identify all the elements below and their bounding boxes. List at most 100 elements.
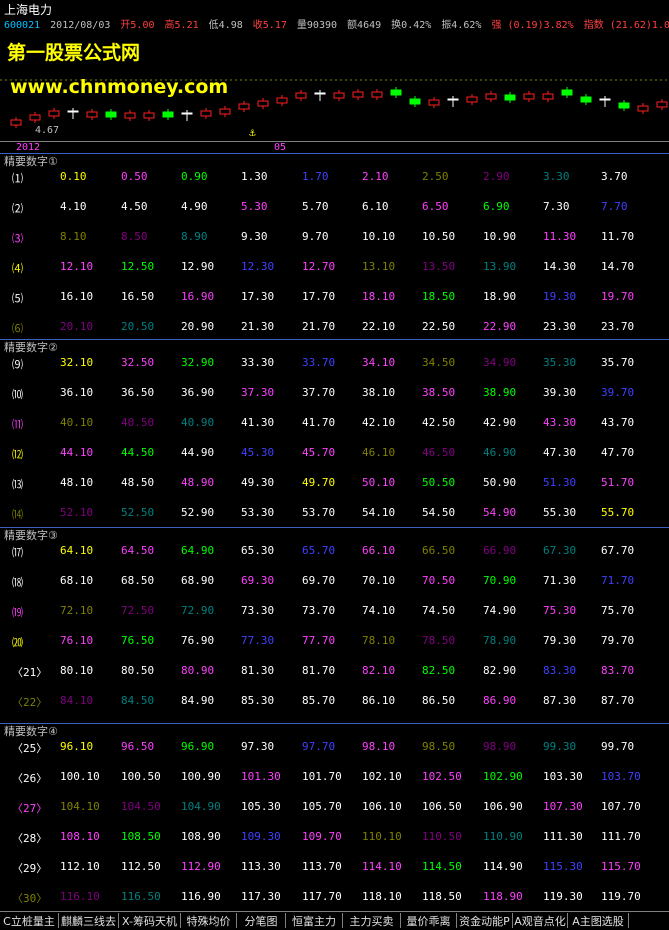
row-label: ⑸: [12, 292, 23, 305]
indicator-value: 51.70: [601, 476, 635, 489]
indicator-value: 12.30: [241, 260, 275, 273]
indicator-row: ⒅ 68.10 68.50 68.90 69.30 69.70 70.10 70.50 70.9…: [0, 574, 669, 590]
indicator-value: 115.70: [601, 860, 641, 873]
indicator-value: 34.10: [362, 356, 396, 369]
indicator-value: 10.50: [422, 230, 456, 243]
indicator-value: 38.10: [362, 386, 396, 399]
row-label: 〈28〉: [12, 832, 48, 845]
indicator-tab[interactable]: A观音点化: [513, 913, 568, 928]
row-label: 〈21〉: [12, 666, 48, 679]
indicator-value: 11.70: [601, 230, 635, 243]
indicator-value: 46.50: [422, 446, 456, 459]
indicator-tab[interactable]: X-筹码天机: [119, 913, 181, 928]
indicator-value: 54.50: [422, 506, 456, 519]
watermark-title: 第一股票公式网: [7, 42, 141, 64]
indicator-value: 43.30: [543, 416, 577, 429]
indicator-value: 109.30: [241, 830, 281, 843]
candle-up: [143, 112, 155, 119]
indicator-row: ⑽ 36.10 36.50 36.90 37.30 37.70 38.10 38.50 38.9…: [0, 386, 669, 402]
indicator-value: 80.90: [181, 664, 215, 677]
indicator-tab[interactable]: C立桩量主图: [0, 913, 59, 928]
indicator-value: 0.10: [60, 170, 87, 183]
indicator-row: 〈22〉 84.10 84.50 84.90 85.30 85.70 86.10 86.50 8…: [0, 694, 669, 710]
indicator-value: 2.90: [483, 170, 510, 183]
indicator-value: 1.30: [241, 170, 268, 183]
indicator-value: 40.50: [121, 416, 155, 429]
indicator-value: 86.90: [483, 694, 517, 707]
indicator-value: 117.30: [241, 890, 281, 903]
indicator-value: 119.30: [543, 890, 583, 903]
indicator-value: 36.10: [60, 386, 94, 399]
indicator-value: 8.10: [60, 230, 87, 243]
row-label: 〈22〉: [12, 696, 48, 709]
indicator-value: 74.90: [483, 604, 517, 617]
indicator-value: 49.30: [241, 476, 275, 489]
indicator-value: 39.30: [543, 386, 577, 399]
indicator-value: 42.90: [483, 416, 517, 429]
indicator-tab[interactable]: 分笔图: [237, 913, 286, 928]
indicator-value: 50.50: [422, 476, 456, 489]
indicator-value: 73.30: [241, 604, 275, 617]
indicator-value: 67.70: [601, 544, 635, 557]
indicator-row: 〈27〉 104.10 104.50 104.90 105.30 105.70 106.10…: [0, 800, 669, 816]
indicator-value: 96.50: [121, 740, 155, 753]
indicator-value: 36.50: [121, 386, 155, 399]
indicator-value: 6.90: [483, 200, 510, 213]
row-label: 〈27〉: [12, 802, 48, 815]
indicator-value: 118.90: [483, 890, 523, 903]
indicator-value: 81.30: [241, 664, 275, 677]
strength: 强 (0.19)3.82%: [491, 20, 574, 31]
indicator-value: 108.90: [181, 830, 221, 843]
row-label: ⒁: [12, 508, 23, 521]
indicator-value: 9.30: [241, 230, 268, 243]
axis-month-label: 05: [274, 142, 287, 153]
indicator-row: 〈28〉 108.10 108.50 108.90 109.30 109.70 110.10…: [0, 830, 669, 846]
indicator-value: 118.50: [422, 890, 462, 903]
indicator-row: ⑵ 4.10 4.50 4.90 5.30 5.70 6.10 6.50 6.90 7.30 7.7…: [0, 200, 669, 216]
row-label: ⒅: [12, 576, 23, 589]
indicator-value: 32.50: [121, 356, 155, 369]
high-price: 高5.21: [164, 20, 199, 31]
indicator-value: 104.90: [181, 800, 221, 813]
indicator-value: 20.10: [60, 320, 94, 333]
indicator-value: 97.70: [302, 740, 336, 753]
row-label: ⒀: [12, 478, 23, 491]
indicator-value: 48.10: [60, 476, 94, 489]
indicator-value: 35.30: [543, 356, 577, 369]
indicator-tab[interactable]: 特殊均价: [181, 913, 237, 928]
indicator-tab[interactable]: 麒麟三线去: [59, 913, 119, 928]
indicator-value: 34.50: [422, 356, 456, 369]
indicator-value: 98.10: [362, 740, 396, 753]
indicator-value: 101.30: [241, 770, 281, 783]
indicator-value: 53.70: [302, 506, 336, 519]
section-divider: [0, 723, 669, 724]
indicator-tab[interactable]: A主图选股: [568, 913, 629, 928]
indicator-value: 87.30: [543, 694, 577, 707]
indicator-value: 99.30: [543, 740, 577, 753]
row-label: ⒆: [12, 606, 23, 619]
indicator-value: 80.10: [60, 664, 94, 677]
indicator-value: 113.30: [241, 860, 281, 873]
indicator-value: 74.50: [422, 604, 456, 617]
indicator-value: 20.50: [121, 320, 155, 333]
indicator-tab[interactable]: 恒富主力: [286, 913, 343, 928]
indicator-value: 22.50: [422, 320, 456, 333]
candle-up: [29, 114, 41, 121]
indicator-row: ⑶ 8.10 8.50 8.90 9.30 9.70 10.10 10.50 10.90 11.3…: [0, 230, 669, 246]
indicator-value: 12.10: [60, 260, 94, 273]
candle-down: [409, 98, 421, 105]
indicator-row: 〈30〉 116.10 116.50 116.90 117.30 117.70 118.10…: [0, 890, 669, 906]
indicator-tab[interactable]: 资金动能P: [457, 913, 513, 928]
row-label: ⑿: [12, 448, 23, 461]
indicator-value: 119.70: [601, 890, 641, 903]
low-price: 低4.98: [208, 20, 243, 31]
indicator-value: 65.30: [241, 544, 275, 557]
indicator-value: 82.50: [422, 664, 456, 677]
indicator-value: 16.10: [60, 290, 94, 303]
indicator-row: ⒆ 72.10 72.50 72.90 73.30 73.70 74.10 74.50 74.9…: [0, 604, 669, 620]
indicator-tab[interactable]: 主力买卖: [343, 913, 401, 928]
indicator-value: 13.90: [483, 260, 517, 273]
section-title: 精要数字④: [4, 725, 58, 738]
indicator-tab[interactable]: 量价乖离: [401, 913, 457, 928]
indicator-value: 114.50: [422, 860, 462, 873]
